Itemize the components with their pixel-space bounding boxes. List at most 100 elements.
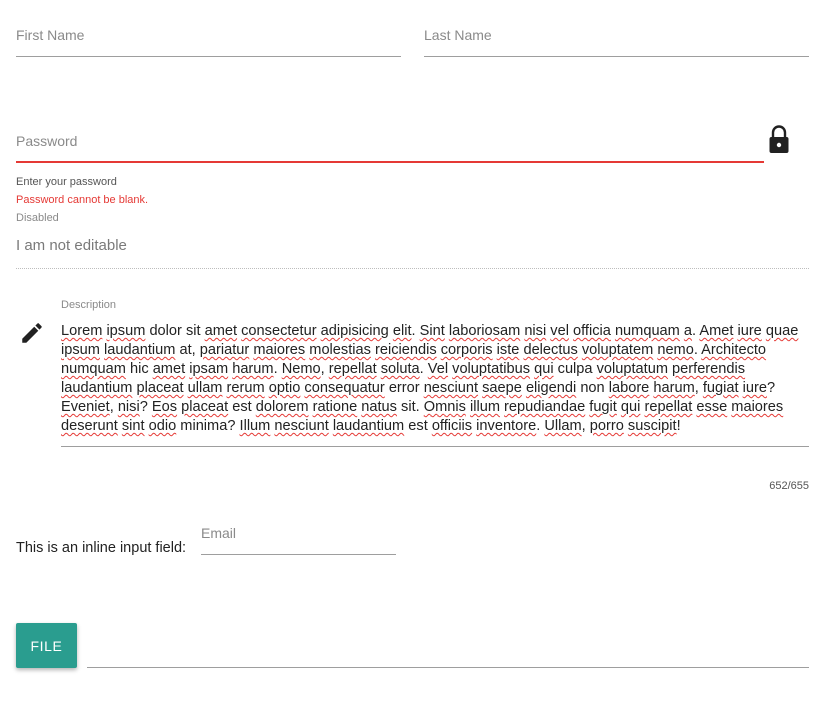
password-field[interactable]: Password bbox=[16, 124, 806, 169]
description-word: deserunt bbox=[61, 418, 118, 434]
description-word: maiores bbox=[253, 342, 306, 358]
description-word: delectus bbox=[523, 342, 578, 358]
description-word: est bbox=[408, 418, 428, 434]
description-word: consequatur bbox=[304, 380, 385, 396]
inline-field-label: This is an inline input field: bbox=[16, 540, 187, 556]
description-word: maiores bbox=[731, 399, 784, 415]
file-path-underline[interactable] bbox=[87, 667, 809, 668]
description-word: numquam bbox=[61, 361, 126, 377]
description-word: optio bbox=[268, 380, 301, 396]
description-word: Amet bbox=[699, 323, 734, 339]
description-word: labore bbox=[608, 380, 650, 396]
description-word: ipsum bbox=[106, 323, 146, 339]
description-word: culpa bbox=[557, 361, 593, 377]
description-word: qui bbox=[534, 361, 554, 377]
description-word: ratione bbox=[312, 399, 358, 415]
description-word: voluptatem bbox=[581, 342, 654, 358]
description-word: repellat bbox=[644, 399, 693, 415]
last-name-underline bbox=[424, 56, 809, 57]
description-word: eligendi bbox=[525, 380, 577, 396]
description-word: illum bbox=[469, 399, 500, 415]
description-word: Ullam, bbox=[544, 418, 586, 434]
description-textarea[interactable]: Lorem ipsum dolor sit amet consectetur a… bbox=[61, 322, 809, 446]
pencil-icon bbox=[22, 323, 42, 343]
description-word: dolor bbox=[149, 323, 182, 339]
description-word: fugiat bbox=[702, 380, 739, 396]
first-name-underline bbox=[16, 56, 401, 57]
password-underline bbox=[16, 161, 764, 163]
description-word: nemo. bbox=[657, 342, 698, 358]
description-word: nesciunt bbox=[274, 418, 329, 434]
description-word: officiis bbox=[431, 418, 473, 434]
description-word: a. bbox=[683, 323, 697, 339]
description-word: Nemo, bbox=[281, 361, 325, 377]
description-word: pariatur bbox=[199, 342, 250, 358]
description-word: sit bbox=[185, 323, 201, 339]
description-word: inventore. bbox=[476, 418, 541, 434]
description-word: non bbox=[580, 380, 605, 396]
description-word: Vel bbox=[427, 361, 449, 377]
description-word: saepe bbox=[482, 380, 522, 396]
description-word: Architecto bbox=[701, 342, 767, 358]
description-word: fugit bbox=[589, 399, 617, 415]
description-word: Illum bbox=[239, 418, 271, 434]
description-word: molestias bbox=[309, 342, 371, 358]
description-word: error bbox=[388, 380, 420, 396]
description-word: iure bbox=[737, 323, 762, 339]
description-word: sint bbox=[121, 418, 145, 434]
file-button[interactable]: FILE bbox=[16, 623, 77, 668]
first-name-placeholder: First Name bbox=[16, 27, 85, 43]
password-error-text: Password cannot be blank. bbox=[16, 194, 149, 206]
description-word: porro bbox=[589, 418, 624, 434]
email-underline bbox=[201, 554, 396, 555]
description-word: iste bbox=[496, 342, 520, 358]
description-word: corporis bbox=[440, 342, 493, 358]
description-word: hic bbox=[129, 361, 149, 377]
description-word: rerum bbox=[226, 380, 265, 396]
description-word: adipisicing bbox=[320, 323, 389, 339]
password-helper-text: Enter your password bbox=[16, 176, 117, 188]
last-name-placeholder: Last Name bbox=[424, 27, 492, 43]
password-placeholder: Password bbox=[16, 133, 78, 149]
description-word: ipsam bbox=[189, 361, 229, 377]
description-word: laudantium bbox=[104, 342, 176, 358]
description-word: Eveniet, bbox=[61, 399, 114, 415]
description-word: Lorem bbox=[61, 323, 103, 339]
description-word: Eos bbox=[151, 399, 178, 415]
description-word: iure? bbox=[742, 380, 776, 396]
email-field[interactable]: Email bbox=[201, 520, 396, 560]
first-name-field[interactable]: First Name bbox=[16, 20, 401, 60]
description-word: nesciunt bbox=[423, 380, 479, 396]
description-word: nisi? bbox=[117, 399, 148, 415]
description-word: odio bbox=[148, 418, 177, 434]
description-word: nisi bbox=[524, 323, 547, 339]
disabled-field-value: I am not editable bbox=[16, 237, 127, 254]
description-word: voluptatum bbox=[596, 361, 668, 377]
description-word: repellat bbox=[328, 361, 377, 377]
description-word: dolorem bbox=[255, 399, 309, 415]
description-word: vel bbox=[550, 323, 569, 339]
description-word: placeat bbox=[136, 380, 184, 396]
description-word: est bbox=[232, 399, 252, 415]
description-word: harum, bbox=[653, 380, 699, 396]
description-word: ipsum bbox=[61, 342, 100, 358]
description-word: at, bbox=[179, 342, 196, 358]
description-word: minima? bbox=[180, 418, 236, 434]
last-name-field[interactable]: Last Name bbox=[424, 20, 809, 60]
description-word: placeat bbox=[181, 399, 229, 415]
description-label: Description bbox=[61, 299, 117, 311]
description-word: Sint bbox=[419, 323, 445, 339]
description-word: officia bbox=[573, 323, 611, 339]
description-word: sit. bbox=[401, 399, 420, 415]
description-word: laboriosam bbox=[448, 323, 521, 339]
description-underline bbox=[61, 446, 809, 447]
description-word: perferendis bbox=[672, 361, 746, 377]
disabled-field-label: Disabled bbox=[16, 212, 59, 224]
description-word: numquam bbox=[614, 323, 680, 339]
description-word: laudantium bbox=[332, 418, 405, 434]
lock-icon bbox=[769, 125, 789, 153]
description-word: quae bbox=[765, 323, 799, 339]
description-word: natus bbox=[361, 399, 397, 415]
description-word: qui bbox=[620, 399, 641, 415]
description-word: esse bbox=[696, 399, 728, 415]
